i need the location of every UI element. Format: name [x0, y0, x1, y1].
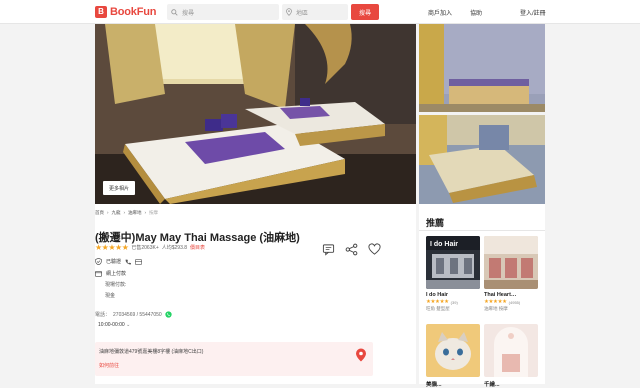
card-image — [484, 324, 538, 377]
map-pin-icon[interactable] — [355, 348, 367, 362]
card-name: 美貓... — [426, 382, 442, 388]
shield-check-icon — [95, 258, 102, 265]
sold-count: 已售2063K+ — [131, 245, 159, 251]
recommendation-card[interactable]: 千繪... — [484, 324, 538, 388]
address-text: 油麻地彌敦道479號嘉美樓8字樓 (油麻地C出口) — [99, 349, 204, 355]
phone-numbers[interactable]: 27034569 / 55447050 — [113, 312, 162, 318]
card-image: I do Hair — [426, 236, 480, 289]
rating-row: ★★★★★ 已售2063K+ 人均$293.8 價目表 — [95, 243, 205, 252]
verified-row: 已驗證 — [95, 258, 142, 265]
login-register-link[interactable]: 登入/註冊 — [520, 8, 546, 17]
card-rating: ★★★★★ (4955) — [484, 299, 538, 305]
card-location: 旺角 髮型屋 — [426, 306, 450, 311]
chat-icon[interactable] — [322, 243, 335, 256]
card-image — [484, 236, 538, 289]
merchant-join-link[interactable]: 商戶加入 — [428, 8, 452, 17]
logo-text: BookFun — [110, 6, 157, 18]
location-pin-icon — [286, 8, 292, 16]
recommendation-card[interactable]: 美貓... — [426, 324, 480, 388]
phone-label: 電話： — [95, 312, 111, 318]
gallery-thumbnail[interactable] — [419, 24, 545, 112]
svg-text:I do Hair: I do Hair — [430, 241, 458, 248]
whatsapp-icon[interactable] — [165, 311, 172, 318]
gallery-thumbnail[interactable] — [419, 115, 545, 204]
search-icon — [171, 8, 178, 16]
logo-mark-icon: B — [95, 6, 107, 18]
help-link[interactable]: 協助 — [470, 8, 482, 17]
breadcrumb-category: 按摩 — [149, 210, 158, 215]
card-rating: ★★★★★ (39) — [426, 299, 480, 305]
wallet-icon — [95, 271, 102, 277]
card-name: Thai Heart… — [484, 292, 517, 298]
location-placeholder: 地區 — [296, 10, 309, 17]
recommendations-title: 推薦 — [426, 218, 445, 228]
breadcrumb: 首頁 › 九龍 › 油麻地 › 按摩 — [95, 210, 158, 216]
recommendation-card[interactable]: Thai Heart… ★★★★★ (4955) 油麻地 按摩 — [484, 236, 538, 312]
breadcrumb-home[interactable]: 首頁 — [95, 210, 104, 216]
payment-method-cash: 現金 — [105, 293, 116, 299]
keyword-search-input[interactable]: 搜尋 — [167, 4, 279, 20]
chevron-down-icon: ⌄ — [126, 322, 131, 328]
address-card[interactable]: 油麻地彌敦道479號嘉美樓8字樓 (油麻地C出口) 如何前往 — [95, 342, 373, 376]
search-bar: 搜尋 地區 搜尋 — [167, 4, 381, 20]
breadcrumb-district[interactable]: 油麻地 — [128, 210, 142, 216]
onsite-payment-label: 現場付款: — [105, 282, 127, 288]
card-image — [426, 324, 480, 377]
divider — [419, 230, 545, 231]
card-review-count: (39) — [450, 299, 458, 305]
price-list-link[interactable]: 價目表 — [190, 244, 205, 251]
phone-icon — [125, 259, 132, 264]
card-name: I do Hair — [426, 292, 449, 298]
card-name: 千繪... — [484, 382, 500, 388]
share-icon[interactable] — [345, 243, 358, 256]
hero-photo[interactable] — [95, 24, 416, 204]
online-payment-label: 網上付款 — [106, 271, 127, 277]
card-stars: ★★★★★ — [426, 299, 449, 305]
card-stars: ★★★★★ — [484, 299, 507, 305]
favorite-heart-icon[interactable] — [368, 243, 381, 256]
card-location: 油麻地 按摩 — [484, 306, 508, 311]
listing-actions — [322, 243, 381, 256]
bookfun-logo[interactable]: B BookFun — [95, 5, 156, 19]
page-background — [545, 24, 640, 384]
phone-row: 電話： 27034569 / 55447050 — [95, 311, 172, 318]
card-icon — [135, 258, 142, 265]
card-review-count: (4955) — [508, 299, 521, 305]
average-price: 人均$293.8 — [161, 245, 188, 251]
recommendation-card[interactable]: I do Hair I do Hair ★★★★★ (39) 旺角 髮型屋 — [426, 236, 480, 312]
top-header: B BookFun 搜尋 地區 搜尋 商戶加入 協助 登入/註冊 — [0, 0, 640, 24]
more-photos-button[interactable]: 更多相片 — [103, 181, 135, 195]
breadcrumb-region[interactable]: 九龍 — [112, 210, 121, 216]
rating-stars: ★★★★★ — [95, 243, 129, 252]
opening-hours[interactable]: 10:00-00:00 ⌄ — [98, 322, 130, 328]
payment-row: 網上付款 — [95, 270, 126, 277]
location-search-input[interactable]: 地區 — [282, 4, 348, 20]
directions-link[interactable]: 如何前往 — [99, 362, 119, 369]
hours-text: 10:00-00:00 — [98, 322, 125, 328]
search-placeholder: 搜尋 — [182, 10, 195, 17]
verified-label: 已驗證 — [106, 259, 122, 265]
search-button[interactable]: 搜尋 — [351, 4, 379, 20]
